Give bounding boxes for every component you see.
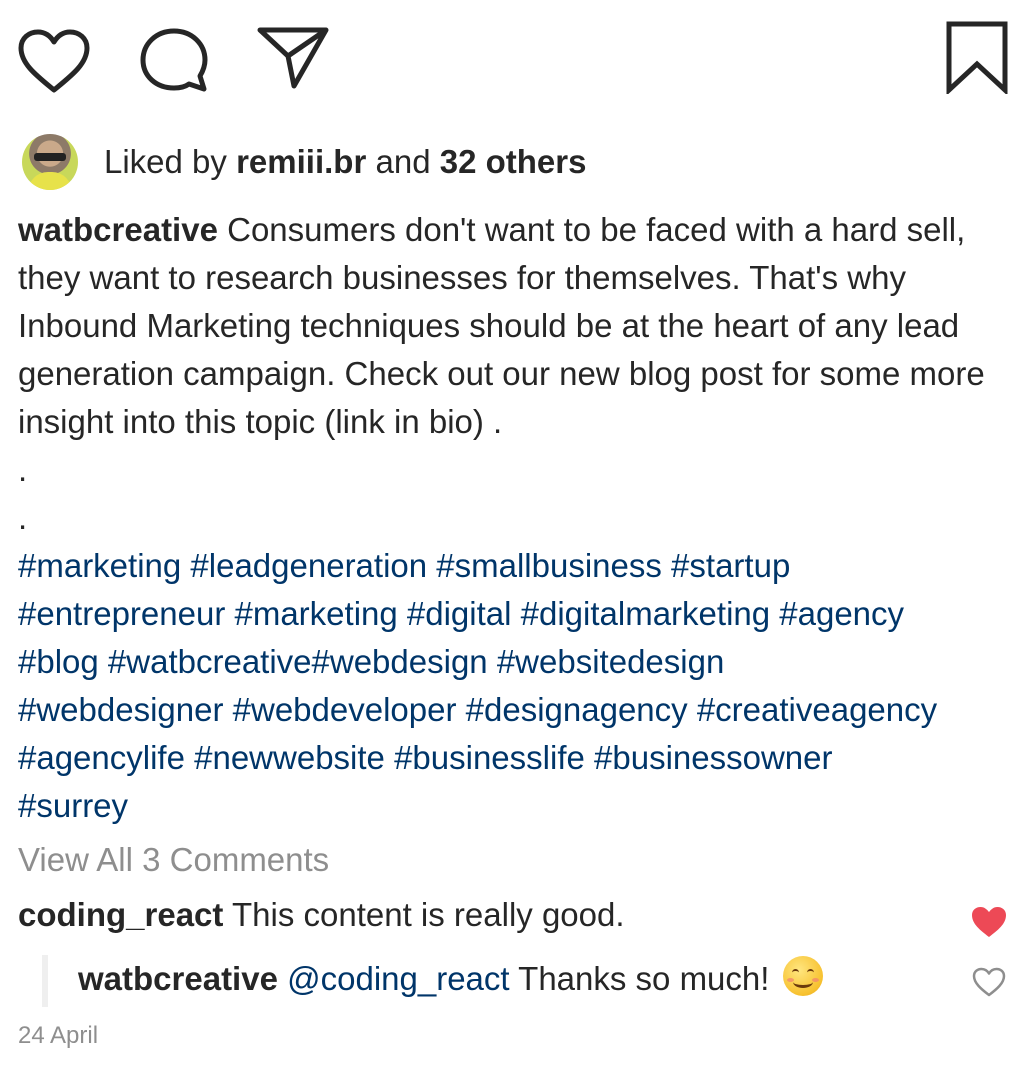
bookmark-icon	[946, 21, 1008, 94]
hashtags[interactable]: #marketing #leadgeneration #smallbusines…	[18, 542, 1018, 830]
liked-by-user[interactable]: remiii.br	[236, 143, 366, 180]
likes-row[interactable]: Liked by remiii.br and 32 others	[22, 132, 586, 192]
hashtag-line[interactable]: #surrey	[18, 782, 1018, 830]
comment-username[interactable]: coding_react	[18, 896, 223, 933]
likes-prefix: Liked by	[104, 143, 227, 180]
view-all-comments-link[interactable]: View All 3 Comments	[18, 841, 329, 879]
likes-others-count[interactable]: 32 others	[440, 143, 587, 180]
reply-username[interactable]: watbcreative	[78, 960, 278, 997]
hashtag-line[interactable]: #blog #watbcreative#webdesign #websitede…	[18, 638, 1018, 686]
reply-text: Thanks so much!	[518, 960, 770, 997]
heart-icon	[18, 29, 90, 93]
reply-mention[interactable]: @coding_react	[287, 960, 509, 997]
comment-bubble-icon	[140, 28, 208, 92]
post-date: 24 April	[18, 1022, 99, 1049]
comment-like-button[interactable]	[970, 905, 1008, 939]
caption-dot: .	[18, 451, 28, 488]
comment: coding_react This content is really good…	[18, 896, 625, 934]
hashtag-line[interactable]: #entrepreneur #marketing #digital #digit…	[18, 590, 1018, 638]
comment-text: This content is really good.	[231, 896, 625, 933]
save-button[interactable]	[944, 20, 1010, 94]
share-button[interactable]	[256, 26, 330, 90]
caption-username[interactable]: watbcreative	[18, 211, 218, 248]
hashtag-line[interactable]: #marketing #leadgeneration #smallbusines…	[18, 542, 1018, 590]
likes-text: Liked by remiii.br and 32 others	[104, 143, 586, 181]
likes-conjunction: and	[375, 143, 431, 180]
heart-icon	[972, 967, 1006, 997]
caption-dot: .	[18, 499, 28, 536]
post-caption: watbcreative Consumers don't want to be …	[18, 206, 1018, 830]
heart-filled-icon	[972, 907, 1006, 937]
comment-button[interactable]	[138, 26, 210, 94]
reply-like-button[interactable]	[971, 966, 1007, 998]
reply-thread-line	[42, 955, 48, 1007]
paper-plane-icon	[257, 27, 329, 89]
like-button[interactable]	[17, 28, 91, 94]
hashtag-line[interactable]: #webdesigner #webdeveloper #designagency…	[18, 686, 1018, 734]
avatar[interactable]	[22, 134, 78, 190]
hashtag-line[interactable]: #agencylife #newwebsite #businesslife #b…	[18, 734, 1018, 782]
reply-comment: watbcreative @coding_react Thanks so muc…	[78, 956, 823, 998]
caption-body: watbcreative Consumers don't want to be …	[18, 206, 1018, 446]
smiling-face-emoji	[782, 956, 823, 996]
